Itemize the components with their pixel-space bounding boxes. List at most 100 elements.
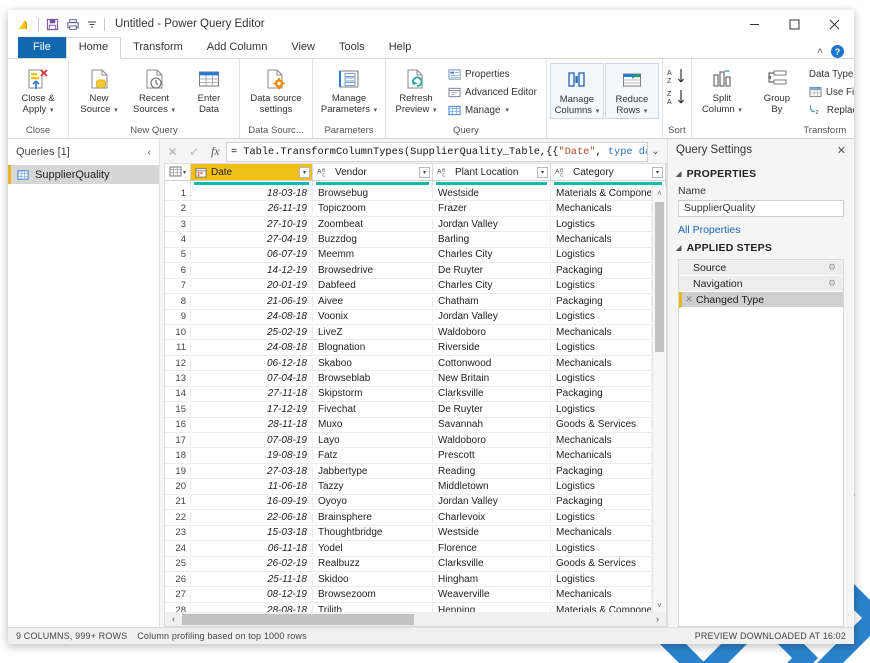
chevron-left-icon[interactable]: ‹ <box>148 147 151 158</box>
select-all-caret-icon[interactable]: ▾ <box>183 169 186 176</box>
cell-vendor[interactable]: Buzzdog <box>313 234 433 246</box>
all-properties-link[interactable]: All Properties <box>668 217 854 236</box>
cell-plant-location[interactable]: Clarksville <box>433 558 551 570</box>
cell-vendor[interactable]: Oyoyo <box>313 496 433 508</box>
table-row[interactable]: 22 22-06-18 Brainsphere Charlevoix Logistics <box>165 510 652 526</box>
manage-parameters-button[interactable]: Manage Parameters ▾ <box>316 63 382 117</box>
cell-category[interactable]: Packaging <box>551 264 652 276</box>
cell-vendor[interactable]: Muxo <box>313 419 433 431</box>
cell-plant-location[interactable]: Charles City <box>433 249 551 261</box>
cell-vendor[interactable]: Skidoo <box>313 573 433 585</box>
close-button[interactable] <box>814 10 854 38</box>
column-header-plant-location[interactable]: A B C Plant Location ▾ <box>433 164 551 180</box>
replace-values-button[interactable]: 1 2 Replace Values <box>807 102 854 118</box>
cell-plant-location[interactable]: Jordan Valley <box>433 496 551 508</box>
cell-category[interactable]: Mechanicals <box>551 203 652 215</box>
table-row[interactable]: 8 21-06-19 Aivee Chatham Packaging <box>165 294 652 310</box>
table-row[interactable]: 27 08-12-19 Browsezoom Weaverville Mechanica… <box>165 587 652 603</box>
cell-plant-location[interactable]: Clarksville <box>433 388 551 400</box>
cell-date[interactable]: 25-11-18 <box>191 573 313 585</box>
table-row[interactable]: 1 18-03-18 Browsebug Westside Materials & Co… <box>165 186 652 202</box>
cell-date[interactable]: 27-10-19 <box>191 218 313 230</box>
cell-date[interactable]: 28-11-18 <box>191 419 313 431</box>
cell-category[interactable]: Packaging <box>551 388 652 400</box>
cell-vendor[interactable]: Blognation <box>313 342 433 354</box>
table-row[interactable]: 19 27-03-18 Jabbertype Reading Packaging <box>165 464 652 480</box>
cell-date[interactable]: 06-12-18 <box>191 357 313 369</box>
properties-button[interactable]: Properties <box>446 66 541 82</box>
tab-view[interactable]: View <box>279 38 327 58</box>
cell-category[interactable]: Logistics <box>551 372 652 384</box>
applied-step-source[interactable]: Source ⚙ <box>679 260 843 276</box>
query-item-supplierquality[interactable]: SupplierQuality <box>8 165 159 184</box>
cell-category[interactable]: Logistics <box>551 311 652 323</box>
advanced-editor-button[interactable]: Advanced Editor <box>446 84 541 100</box>
refresh-preview-button[interactable]: Refresh Preview ▾ <box>389 63 443 117</box>
table-row[interactable]: 21 16-09-19 Oyoyo Jordan Valley Packaging <box>165 495 652 511</box>
cell-date[interactable]: 21-06-19 <box>191 295 313 307</box>
cell-date[interactable]: 17-12-19 <box>191 403 313 415</box>
cell-vendor[interactable]: LiveZ <box>313 326 433 338</box>
cell-category[interactable]: Mechanicals <box>551 234 652 246</box>
cell-plant-location[interactable]: Reading <box>433 465 551 477</box>
table-row[interactable]: 16 28-11-18 Muxo Savannah Goods & Services <box>165 418 652 433</box>
cell-vendor[interactable]: Browsezoom <box>313 589 433 601</box>
table-row[interactable]: 20 11-06-18 Tazzy Middletown Logistics <box>165 479 652 495</box>
cell-vendor[interactable]: Realbuzz <box>313 558 433 570</box>
table-row[interactable]: 10 25-02-19 LiveZ Waldoboro Mechanicals <box>165 325 652 341</box>
cell-date[interactable]: 06-11-18 <box>191 542 313 554</box>
cell-vendor[interactable]: Meemm <box>313 249 433 261</box>
tab-help[interactable]: Help <box>377 38 424 58</box>
cell-vendor[interactable]: Layo <box>313 434 433 446</box>
cell-date[interactable]: 07-04-18 <box>191 372 313 384</box>
cell-plant-location[interactable]: Henning <box>433 604 551 612</box>
cell-plant-location[interactable]: Chatham <box>433 295 551 307</box>
cell-date[interactable]: 11-06-18 <box>191 481 313 493</box>
cell-category[interactable]: Logistics <box>551 249 652 261</box>
minimize-button[interactable] <box>734 10 774 38</box>
column-header-date[interactable]: Date ▾ <box>191 164 313 180</box>
table-row[interactable]: 11 24-08-18 Blognation Riverside Logistics <box>165 340 652 356</box>
cell-plant-location[interactable]: Weaverville <box>433 589 551 601</box>
horizontal-scroll-thumb[interactable] <box>182 613 414 625</box>
cell-vendor[interactable]: Trilith <box>313 604 433 612</box>
reduce-rows-button[interactable]: Reduce Rows ▾ <box>604 63 659 119</box>
cell-vendor[interactable]: Zoombeat <box>313 218 433 230</box>
maximize-button[interactable] <box>774 10 814 38</box>
cell-plant-location[interactable]: Middletown <box>433 481 551 493</box>
applied-steps-section-header[interactable]: ◢ APPLIED STEPS <box>668 236 854 257</box>
gear-icon-2[interactable]: ⚙ <box>825 278 839 289</box>
cell-vendor[interactable]: Aivee <box>313 295 433 307</box>
print-icon[interactable] <box>66 18 80 31</box>
grid-horizontal-scrollbar[interactable]: ‹ › <box>164 612 667 627</box>
cell-plant-location[interactable]: Jordan Valley <box>433 218 551 230</box>
cell-plant-location[interactable]: New Britain <box>433 372 551 384</box>
cell-vendor[interactable]: Skaboo <box>313 357 433 369</box>
cell-vendor[interactable]: Skipstorm <box>313 388 433 400</box>
cell-date[interactable]: 07-08-19 <box>191 434 313 446</box>
column-filter-category-button[interactable]: ▾ <box>652 166 663 178</box>
new-source-button[interactable]: New Source ▾ <box>72 63 126 117</box>
help-icon[interactable]: ? <box>831 45 844 58</box>
cell-date[interactable]: 22-06-18 <box>191 511 313 523</box>
cell-vendor[interactable]: Thoughtbridge <box>313 527 433 539</box>
cell-vendor[interactable]: Browseblab <box>313 372 433 384</box>
tab-add-column[interactable]: Add Column <box>195 38 280 58</box>
select-all-columns-button[interactable]: ▾ <box>165 164 191 180</box>
cell-plant-location[interactable]: Prescott <box>433 450 551 462</box>
cell-vendor[interactable]: Brainsphere <box>313 511 433 523</box>
cell-date[interactable]: 26-11-19 <box>191 203 313 215</box>
chevron-down-icon-2[interactable]: ◢ <box>676 244 682 252</box>
save-icon[interactable] <box>46 18 59 31</box>
cell-plant-location[interactable]: Cottonwood <box>433 357 551 369</box>
table-row[interactable]: 23 15-03-18 Thoughtbridge Westside Mechanica… <box>165 526 652 542</box>
cell-category[interactable]: Logistics <box>551 542 652 554</box>
cell-date[interactable]: 27-04-19 <box>191 234 313 246</box>
vertical-scroll-thumb[interactable] <box>655 202 664 352</box>
cell-vendor[interactable]: Jabbertype <box>313 465 433 477</box>
cell-category[interactable]: Materials & Components <box>551 604 652 612</box>
cell-category[interactable]: Logistics <box>551 218 652 230</box>
table-row[interactable]: 18 19-08-19 Fatz Prescott Mechanicals <box>165 448 652 464</box>
formula-expand-icon[interactable]: ⌄ <box>648 146 663 157</box>
recent-sources-button[interactable]: Recent Sources ▾ <box>127 63 181 117</box>
